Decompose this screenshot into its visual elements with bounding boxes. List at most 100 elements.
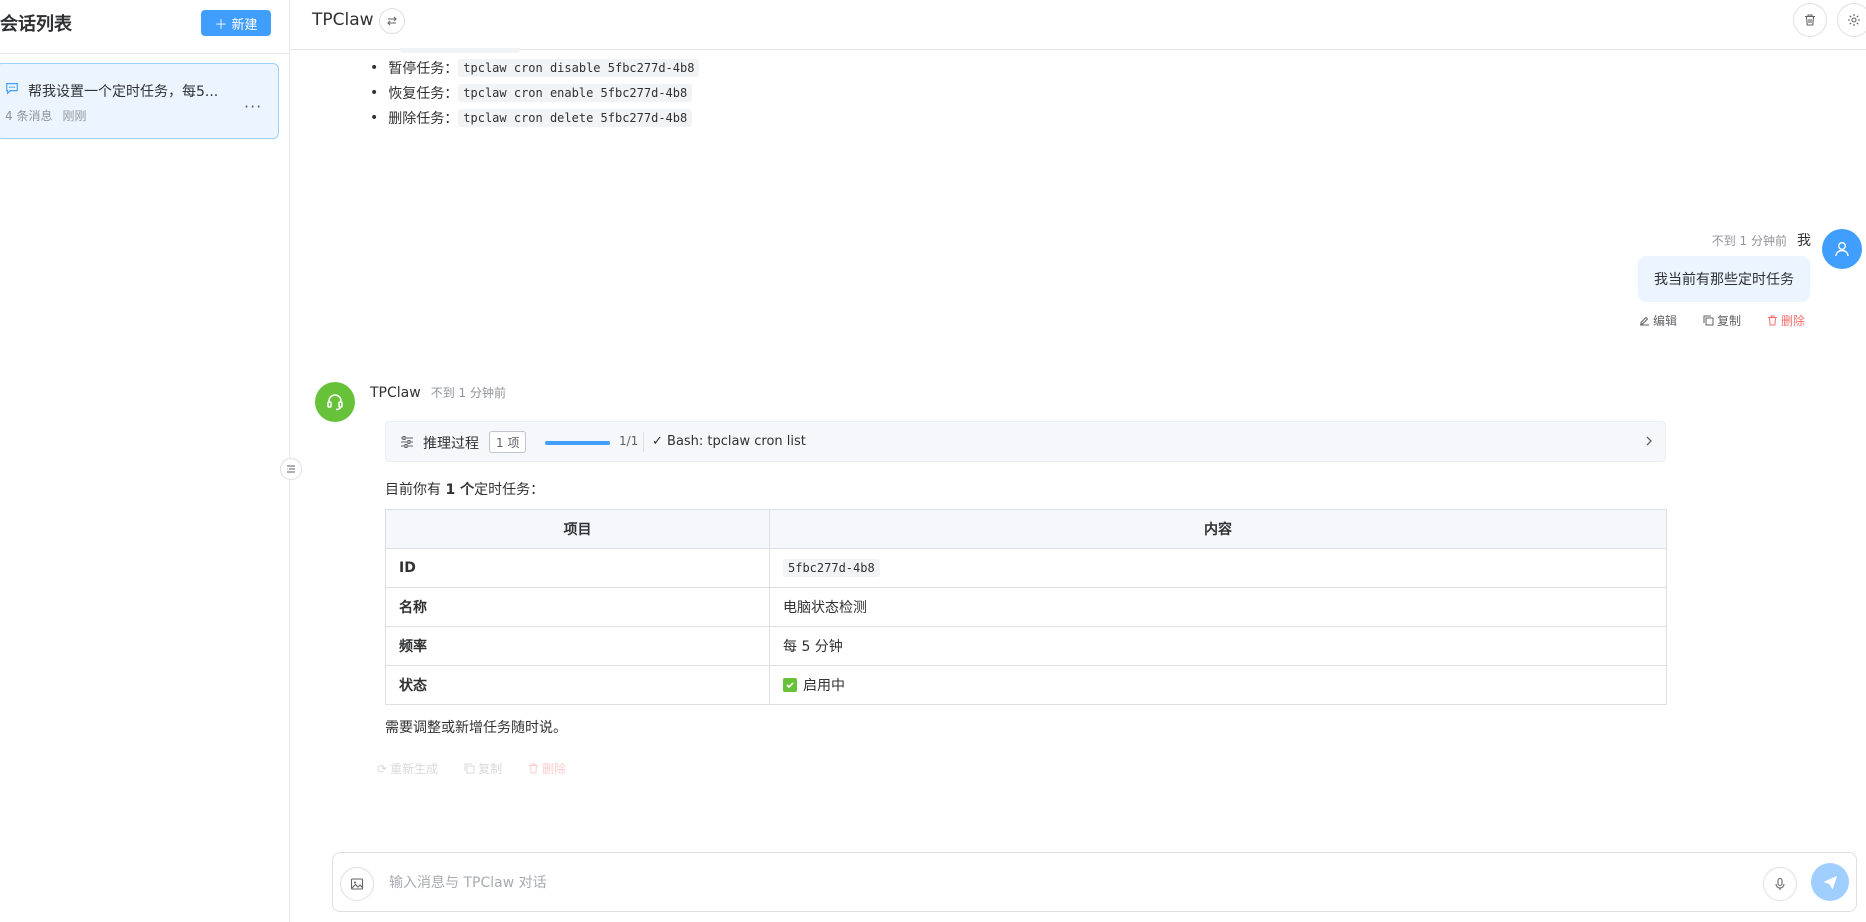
table-header-row: 项目 内容 (385, 509, 1667, 549)
delete-button[interactable]: 删除 (528, 760, 566, 777)
copy-button[interactable]: 复制 (464, 760, 502, 777)
table-row: ID 5fbc277d-4b8 (385, 548, 1667, 588)
intro-after: 定时任务： (474, 482, 545, 498)
user-avatar (1822, 229, 1862, 269)
reasoning-progress-bar (545, 441, 610, 445)
bot-message-actions: ⟳ 重新生成 复制 删除 (377, 760, 566, 777)
table-value: 电脑状态检测 (769, 587, 1667, 627)
user-message-meta: 不到 1 分钟前 我 (1712, 230, 1811, 250)
delete-label: 删除 (542, 762, 567, 776)
sidebar-title: 会话列表 (0, 14, 72, 35)
table-value: 5fbc277d-4b8 (769, 548, 1667, 588)
copy-icon (464, 763, 475, 774)
user-icon (1835, 242, 1849, 257)
delete-label: 删除 (1780, 314, 1805, 328)
table-row: 状态 启用中 (385, 665, 1667, 705)
sidebar-header: 会话列表 ＋ 新建 (0, 0, 289, 54)
user-message-bubble: 我当前有那些定时任务 (1638, 256, 1810, 302)
new-button-label: 新建 (231, 17, 258, 33)
microphone-icon (1775, 877, 1785, 890)
sidebar: 会话列表 ＋ 新建 帮我设置一个定时任务，每5... 4 条消息 刚刚 ··· (0, 0, 290, 922)
copy-icon (1703, 315, 1714, 326)
copy-label: 复制 (1716, 314, 1741, 328)
reasoning-progress-fill (545, 441, 610, 445)
edit-label: 编辑 (1652, 314, 1677, 328)
reasoning-step: ✓ Bash: tpclaw cron list (652, 434, 806, 449)
command-code: tpclaw cron disable 5fbc277d-4b8 (458, 58, 700, 77)
intro-before: 目前你有 (385, 482, 446, 498)
collapse-sidebar-icon[interactable] (280, 458, 302, 480)
regenerate-label: 重新生成 (390, 762, 439, 776)
table-header: 项目 (385, 509, 770, 549)
status-text: 启用中 (803, 678, 845, 694)
checkbox-icon (783, 678, 797, 692)
reasoning-count-badge: 1 项 (489, 431, 527, 453)
trash-icon[interactable] (1793, 3, 1827, 37)
reasoning-panel[interactable]: 推理过程 1 项 1/1 ✓ Bash: tpclaw cron list (385, 421, 1666, 462)
reasoning-progress-text: 1/1 (619, 434, 639, 448)
chat-bubble-icon (6, 83, 18, 95)
bot-name: TPClaw (370, 385, 421, 401)
table-key: 状态 (385, 665, 770, 705)
sliders-icon (401, 436, 413, 448)
task-table: 项目 内容 ID 5fbc277d-4b8 名称 电脑状态检测 频率 每 5 分… (385, 509, 1667, 705)
plus-icon: ＋ (214, 17, 228, 33)
app-root: 会话列表 ＋ 新建 帮我设置一个定时任务，每5... 4 条消息 刚刚 ··· … (0, 0, 1866, 922)
table-value: 每 5 分钟 (769, 626, 1667, 666)
answer-outro: 需要调整或新增任务随时说。 (385, 720, 567, 736)
command-code: tpclaw cron delete 5fbc277d-4b8 (458, 108, 693, 127)
command-label: 恢复任务： (388, 85, 459, 102)
command-code: tpclaw cron enable 5fbc277d-4b8 (458, 83, 693, 102)
table-key: ID (385, 548, 770, 588)
code-snippet-cutoff (400, 48, 520, 53)
table-key: 频率 (385, 626, 770, 666)
conversation-meta: 4 条消息 刚刚 (5, 107, 86, 124)
table-key: 名称 (385, 587, 770, 627)
list-item: 暂停任务： tpclaw cron disable 5fbc277d-4b8 (374, 55, 700, 80)
trash-icon (1767, 315, 1777, 326)
image-upload-button[interactable] (340, 867, 374, 901)
edit-button[interactable]: 编辑 (1639, 312, 1677, 329)
send-button[interactable] (1811, 863, 1849, 901)
message-input[interactable] (389, 869, 1689, 897)
edit-icon (1639, 316, 1649, 326)
user-message-time: 不到 1 分钟前 (1711, 233, 1787, 248)
image-icon (350, 878, 364, 890)
microphone-button[interactable] (1763, 867, 1797, 901)
command-label: 删除任务： (388, 110, 459, 127)
table-row: 频率 每 5 分钟 (385, 626, 1667, 666)
page-title: TPClaw (312, 10, 374, 30)
answer-intro: 目前你有 1 个定时任务： (385, 479, 544, 499)
new-conversation-button[interactable]: ＋ 新建 (201, 10, 271, 36)
copy-button[interactable]: 复制 (1703, 312, 1741, 329)
conversation-title: 帮我设置一个定时任务，每5... (28, 84, 219, 100)
table-header: 内容 (769, 509, 1667, 549)
delete-button[interactable]: 删除 (1767, 312, 1805, 329)
bot-avatar (315, 382, 355, 422)
reasoning-label: 推理过程 (423, 436, 479, 452)
user-name: 我 (1797, 233, 1811, 249)
message-composer (332, 852, 1857, 912)
conversation-count: 4 条消息 (5, 109, 53, 123)
chevron-right-icon (1646, 436, 1652, 446)
copy-label: 复制 (478, 762, 503, 776)
status-cell: 启用中 (783, 675, 1653, 695)
regenerate-button[interactable]: ⟳ 重新生成 (377, 760, 438, 777)
list-item: 恢复任务： tpclaw cron enable 5fbc277d-4b8 (374, 80, 699, 105)
intro-bold: 1 个 (445, 482, 475, 498)
top-bar: TPClaw (290, 0, 1866, 50)
list-item: 删除任务： tpclaw cron delete 5fbc277d-4b8 (374, 105, 699, 130)
conversation-item[interactable]: 帮我设置一个定时任务，每5... 4 条消息 刚刚 ··· (0, 63, 279, 139)
refresh-icon: ⟳ (377, 761, 388, 776)
switch-icon[interactable] (379, 8, 405, 34)
chat-main: TPClaw 暂停任务： tpclaw cron disable 5fbc277… (280, 0, 1866, 922)
more-icon[interactable]: ··· (244, 97, 262, 116)
bot-message-meta: TPClaw 不到 1 分钟前 (370, 384, 506, 401)
bot-message-time: 不到 1 分钟前 (430, 386, 506, 400)
table-row: 名称 电脑状态检测 (385, 587, 1667, 627)
table-value: 启用中 (769, 665, 1667, 705)
command-label: 暂停任务： (388, 60, 459, 77)
divider (643, 432, 644, 452)
gear-icon[interactable] (1837, 3, 1866, 37)
headset-icon (327, 394, 343, 411)
